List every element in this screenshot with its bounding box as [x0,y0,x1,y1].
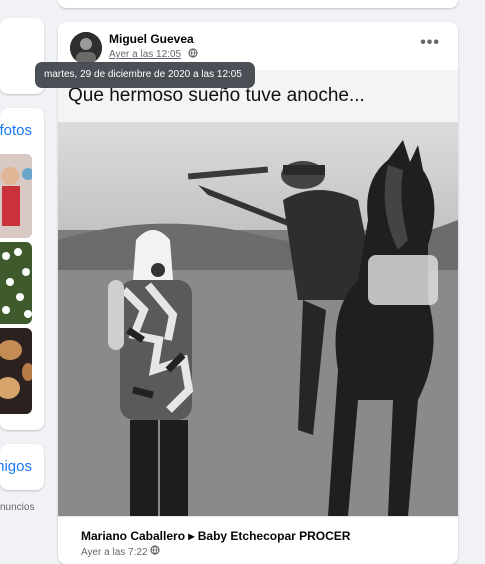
scrollbar[interactable] [470,0,485,564]
photos-link[interactable]: fotos [0,122,32,139]
photos-card: fotos [0,108,44,430]
photo-caption: Que hermoso sueño tuve anoche... [68,85,365,106]
avatar[interactable] [70,32,102,64]
photo-thumbnail[interactable] [0,328,32,414]
globe-icon [150,545,160,558]
shared-post-header: Mariano Caballero ▸ Baby Etchecopar PROC… [58,516,458,564]
friends-card: migos [0,444,44,490]
friends-link[interactable]: migos [0,458,32,475]
post-timestamp[interactable]: Ayer a las 12:05 [109,49,181,60]
arrow-right-icon: ▸ [188,529,195,543]
timestamp-tooltip: martes, 29 de diciembre de 2020 a las 12… [35,62,255,88]
previous-post-edge [58,0,458,8]
more-options-icon[interactable]: ••• [420,34,440,52]
shared-target[interactable]: Baby Etchecopar PROCER [198,529,351,543]
ads-text: nuncios [0,502,35,513]
shared-author[interactable]: Mariano Caballero [81,529,185,543]
shared-timestamp[interactable]: Ayer a las 7:22 [81,547,148,558]
globe-icon [188,48,198,61]
shared-timestamp-line: Ayer a las 7:22 [81,545,160,558]
post-author[interactable]: Miguel Guevea [109,32,194,46]
shared-author-line: Mariano Caballero ▸ Baby Etchecopar PROC… [81,529,350,543]
photo-thumbnail[interactable] [0,242,32,324]
post-card: Miguel Guevea Ayer a las 12:05 ••• Que h… [58,22,458,564]
photo-thumbnail[interactable] [0,154,32,238]
post-photo[interactable]: Que hermoso sueño tuve anoche... [58,70,458,516]
